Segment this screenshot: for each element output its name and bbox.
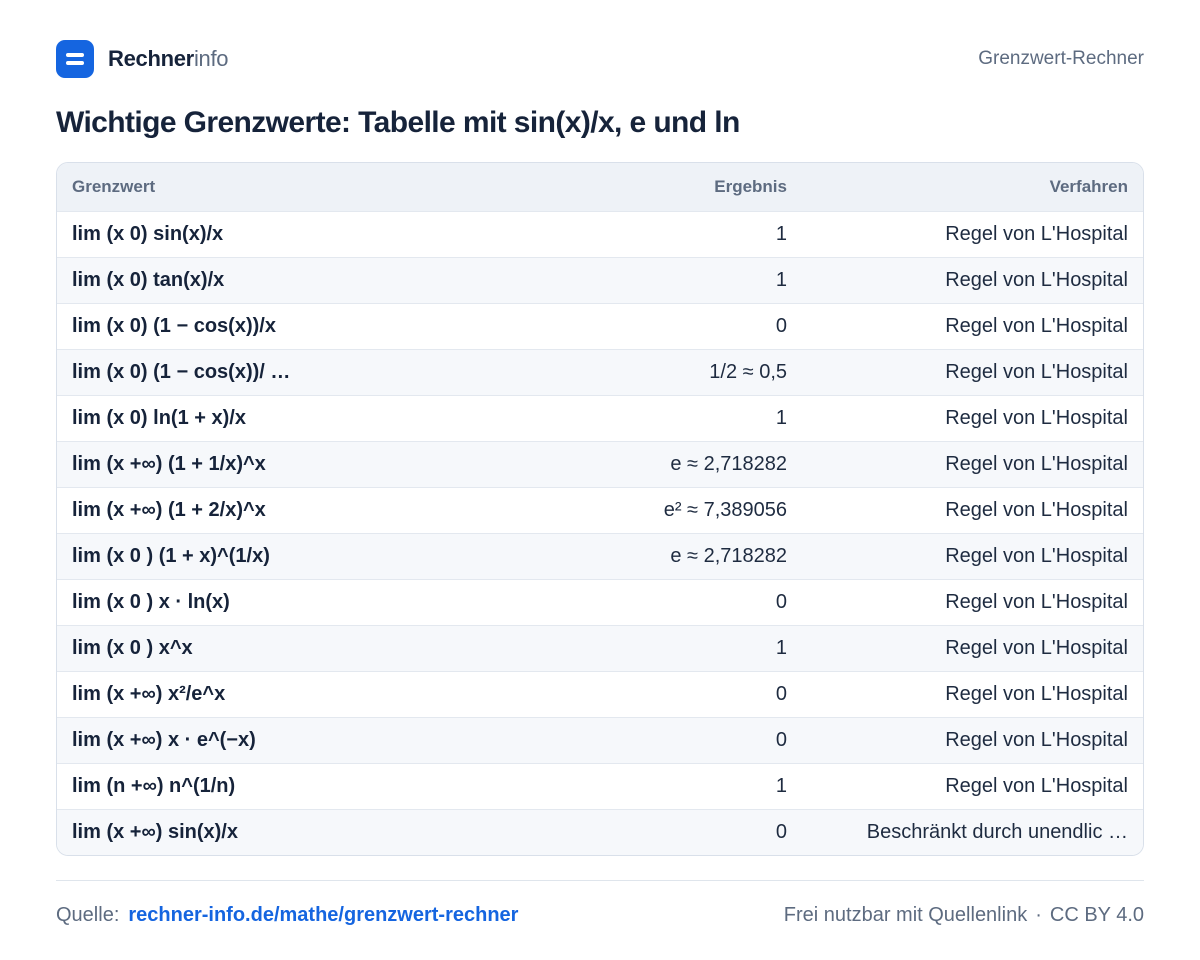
footer-divider xyxy=(56,880,1144,881)
method-cell: Regel von L'Hospital xyxy=(945,222,1128,245)
column-header-ergebnis: Ergebnis xyxy=(714,176,787,196)
result-cell: 0 xyxy=(775,314,787,337)
column-header-verfahren: Verfahren xyxy=(1049,176,1128,196)
license-text: Frei nutzbar mit Quellenlink xyxy=(783,904,1028,926)
table-row: lim (x 0) ln(1 + x)/x 1 Regel von L'Hospit… xyxy=(57,395,1143,441)
source-line: Quelle: rechner-info.de/mathe/grenzwert-r… xyxy=(56,904,518,927)
table-row: lim (x 0) tan(x)/x 1 Regel von L'Hospital xyxy=(57,257,1143,303)
method-cell: Regel von L'Hospital xyxy=(945,314,1128,337)
site-header: Rechnerinfo Grenzwert-Rechner xyxy=(56,40,1144,78)
result-cell: 1 xyxy=(775,406,787,429)
table-row: lim (x +∞) x · e^(−x) 0 Regel von L'Hospit… xyxy=(57,717,1143,763)
logo-icon xyxy=(56,40,94,78)
method-cell: Regel von L'Hospital xyxy=(945,360,1128,383)
result-cell: 0 xyxy=(775,728,787,751)
limit-cell: lim (x +∞) x²/e^x xyxy=(72,682,226,705)
method-cell: Regel von L'Hospital xyxy=(945,590,1128,613)
table-row: lim (x 0 ) (1 + x)^(1/x) e ≈ 2,718282 Rege… xyxy=(57,533,1143,579)
result-cell: 1 xyxy=(775,774,787,797)
table-row: lim (x 0 ) x · ln(x) 0 Regel von L'Hospita… xyxy=(57,579,1143,625)
limit-cell: lim (x 0) (1 − cos(x))/x xyxy=(72,314,276,337)
source-link[interactable]: rechner-info.de/mathe/grenzwert-rechner xyxy=(128,904,518,926)
limit-cell: lim (x 0 ) (1 + x)^(1/x) xyxy=(72,544,270,567)
method-cell: Regel von L'Hospital xyxy=(945,498,1128,521)
method-cell: Regel von L'Hospital xyxy=(945,268,1128,291)
method-cell: Regel von L'Hospital xyxy=(945,682,1128,705)
page-label: Grenzwert-Rechner xyxy=(978,48,1144,69)
method-cell: Regel von L'Hospital xyxy=(945,774,1128,797)
license-name: CC BY 4.0 xyxy=(1049,904,1144,926)
result-cell: e ≈ 2,718282 xyxy=(670,452,787,475)
brand-name-light: info xyxy=(193,46,229,71)
method-cell: Regel von L'Hospital xyxy=(945,636,1128,659)
method-cell: Regel von L'Hospital xyxy=(945,728,1128,751)
footer-separator: · xyxy=(1035,904,1042,926)
brand-name: Rechnerinfo xyxy=(108,46,229,71)
method-cell: Beschränkt durch unendlic … xyxy=(866,820,1128,843)
result-cell: 1/2 ≈ 0,5 xyxy=(709,360,787,383)
page-title: Wichtige Grenzwerte: Tabelle mit sin(x)/… xyxy=(56,106,740,139)
limit-cell: lim (x 0) ln(1 + x)/x xyxy=(72,406,246,429)
table-row: lim (n +∞) n^(1/n) 1 Regel von L'Hospital xyxy=(57,763,1143,809)
limit-cell: lim (x +∞) (1 + 1/x)^x xyxy=(72,452,266,475)
table-row: lim (x 0 ) x^x 1 Regel von L'Hospital xyxy=(57,625,1143,671)
table-row: lim (x 0) (1 − cos(x))/x 0 Regel von L'Hos… xyxy=(57,303,1143,349)
method-cell: Regel von L'Hospital xyxy=(945,452,1128,475)
limits-table: Grenzwert Ergebnis Verfahren lim (x 0) s… xyxy=(56,162,1144,856)
table-row: lim (x 0) sin(x)/x 1 Regel von L'Hospital xyxy=(57,211,1143,257)
column-header-grenzwert: Grenzwert xyxy=(72,176,156,196)
table-header-row: Grenzwert Ergebnis Verfahren xyxy=(57,163,1143,211)
result-cell: 0 xyxy=(775,820,787,843)
brand-logo[interactable]: Rechnerinfo xyxy=(56,40,229,78)
method-cell: Regel von L'Hospital xyxy=(945,544,1128,567)
limit-cell: lim (x +∞) x · e^(−x) xyxy=(72,728,256,751)
result-cell: 0 xyxy=(775,682,787,705)
limit-cell: lim (x 0) sin(x)/x xyxy=(72,222,224,245)
limit-cell: lim (x 0) (1 − cos(x))/ … xyxy=(72,360,291,383)
source-label: Quelle: xyxy=(56,904,120,926)
limit-cell: lim (x 0) tan(x)/x xyxy=(72,268,225,291)
result-cell: 1 xyxy=(775,268,787,291)
page: Rechnerinfo Grenzwert-Rechner Wichtige G… xyxy=(0,0,1200,960)
limit-cell: lim (x +∞) sin(x)/x xyxy=(72,820,238,843)
result-cell: 0 xyxy=(775,590,787,613)
limit-cell: lim (x +∞) (1 + 2/x)^x xyxy=(72,498,266,521)
table-row: lim (x +∞) (1 + 1/x)^x e ≈ 2,718282 Regel … xyxy=(57,441,1143,487)
limit-cell: lim (n +∞) n^(1/n) xyxy=(72,774,236,797)
brand-name-strong: Rechner xyxy=(108,46,194,71)
result-cell: 1 xyxy=(775,636,787,659)
table-row: lim (x 0) (1 − cos(x))/ … 1/2 ≈ 0,5 Regel … xyxy=(57,349,1143,395)
table-row: lim (x +∞) x²/e^x 0 Regel von L'Hospital xyxy=(57,671,1143,717)
limit-cell: lim (x 0 ) x · ln(x) xyxy=(72,590,230,613)
result-cell: e ≈ 2,718282 xyxy=(670,544,787,567)
result-cell: 1 xyxy=(775,222,787,245)
footer: Quelle: rechner-info.de/mathe/grenzwert-r… xyxy=(56,904,1144,927)
license-line: Frei nutzbar mit Quellenlink · CC BY 4.0 xyxy=(784,904,1144,927)
method-cell: Regel von L'Hospital xyxy=(945,406,1128,429)
table-row: lim (x +∞) sin(x)/x 0 Beschränkt durch une… xyxy=(57,809,1143,855)
result-cell: e² ≈ 7,389056 xyxy=(663,498,787,521)
limit-cell: lim (x 0 ) x^x xyxy=(72,636,193,659)
table-row: lim (x +∞) (1 + 2/x)^x e² ≈ 7,389056 Regel… xyxy=(57,487,1143,533)
